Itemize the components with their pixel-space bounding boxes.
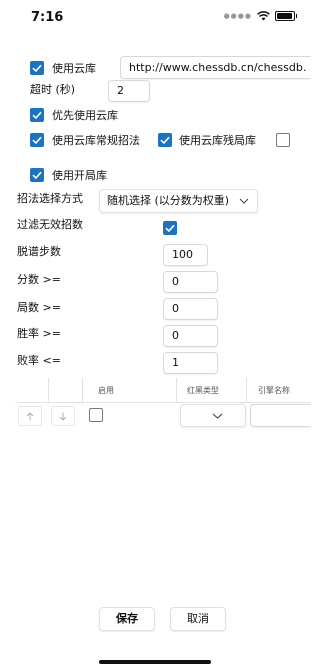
checkmark-icon (32, 64, 42, 73)
table-header-color-type[interactable]: 红黑类型 (187, 385, 219, 396)
chevron-down-icon (212, 413, 223, 419)
table-column-divider (48, 378, 49, 402)
prefer-cloud-label: 优先使用云库 (52, 109, 118, 122)
status-icons: ●●●● (223, 11, 297, 21)
table-column-divider (82, 378, 83, 402)
arrow-up-icon (26, 411, 34, 420)
prefer-cloud-checkbox[interactable] (30, 108, 44, 122)
games-label: 局数 >= (17, 301, 61, 314)
cloud-normal-checkbox[interactable] (30, 133, 44, 147)
exit-steps-label: 脱谱步数 (17, 245, 61, 258)
battery-icon (275, 11, 297, 21)
signal-icon: ●●●● (223, 12, 252, 20)
checkmark-icon (165, 224, 175, 233)
filter-invalid-label: 过滤无效招数 (17, 218, 83, 231)
cancel-button[interactable]: 取消 (170, 607, 226, 631)
filter-invalid-checkbox[interactable] (163, 221, 177, 235)
table-column-divider (176, 378, 177, 402)
cloud-endgame-label: 使用云库残局库 (179, 134, 256, 147)
winrate-field[interactable]: 0 (163, 325, 218, 347)
checkmark-icon (32, 111, 42, 120)
table-header-engine-name[interactable]: 引擎名称 (258, 385, 290, 396)
timeout-label: 超时 (秒) (30, 83, 76, 96)
cloud-url-field[interactable]: http://www.chessdb.cn/chessdb. (120, 56, 311, 79)
engine-enabled-checkbox[interactable] (89, 408, 103, 422)
checkmark-icon (32, 136, 42, 145)
chevron-down-icon (239, 198, 249, 204)
use-opening-label: 使用开局库 (52, 169, 107, 182)
exit-steps-field[interactable]: 100 (163, 244, 208, 266)
save-button[interactable]: 保存 (99, 607, 155, 631)
timeout-field[interactable]: 2 (108, 80, 150, 102)
use-opening-checkbox[interactable] (30, 168, 44, 182)
method-label: 招法选择方式 (17, 192, 83, 205)
table-header-enabled[interactable]: 启用 (98, 385, 114, 396)
status-time: 7:16 (31, 10, 64, 25)
wifi-icon (257, 11, 270, 21)
cloud-endgame-checkbox[interactable] (158, 133, 172, 147)
score-label: 分数 >= (17, 273, 61, 286)
engine-color-select[interactable] (180, 404, 246, 427)
move-down-button[interactable] (51, 406, 75, 426)
score-field[interactable]: 0 (163, 271, 218, 293)
arrow-down-icon (59, 412, 67, 421)
table-header-divider (15, 402, 311, 403)
checkmark-icon (160, 136, 170, 145)
use-cloud-label: 使用云库 (52, 62, 96, 75)
lossrate-label: 败率 <= (17, 354, 61, 367)
checkmark-icon (32, 171, 42, 180)
move-up-button[interactable] (18, 406, 42, 426)
engine-name-field[interactable] (250, 404, 311, 427)
table-column-divider (246, 378, 247, 402)
cloud-normal-label: 使用云库常规招法 (52, 134, 140, 147)
extra-checkbox[interactable] (276, 133, 290, 147)
home-indicator (99, 660, 211, 664)
method-select[interactable]: 随机选择 (以分数为权重) (99, 189, 258, 213)
winrate-label: 胜率 >= (17, 327, 61, 340)
games-field[interactable]: 0 (163, 298, 218, 320)
lossrate-field[interactable]: 1 (163, 352, 218, 374)
use-cloud-checkbox[interactable] (30, 61, 44, 75)
method-select-value: 随机选择 (以分数为权重) (107, 194, 230, 207)
